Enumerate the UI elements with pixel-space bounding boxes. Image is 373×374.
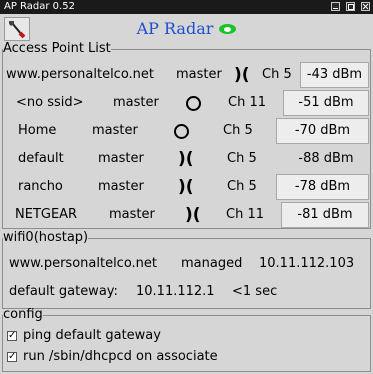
ap-channel: Ch 5 [223, 123, 253, 138]
iface-ssid: www.personaltelco.net [9, 256, 158, 271]
adhoc-icon: )( [234, 65, 250, 85]
ping-gateway-label[interactable]: ping default gateway [23, 328, 161, 343]
iface-status: managed [181, 256, 243, 271]
interface-legend: wifi0(hostap) [3, 230, 89, 245]
ap-ssid: NETGEAR [15, 207, 78, 222]
ap-channel: Ch 11 [228, 95, 266, 110]
ap-channel: Ch 11 [226, 207, 264, 222]
ap-ssid: rancho [18, 179, 63, 194]
minimize-button[interactable] [331, 2, 340, 11]
ap-row[interactable]: Home master Ch 5 -70 dBm [0, 117, 373, 145]
adhoc-icon: )( [185, 205, 201, 225]
status-indicator-icon [219, 24, 237, 34]
app-title: AP Radar [136, 19, 214, 38]
close-button[interactable] [361, 2, 370, 11]
ap-channel: Ch 5 [262, 67, 292, 82]
access-point-list-legend: Access Point List [3, 41, 111, 56]
ap-signal-button[interactable]: -51 dBm [283, 90, 369, 116]
ap-mode: master [176, 67, 222, 82]
ap-row[interactable]: rancho master )( Ch 5 -78 dBm [0, 173, 373, 201]
ping-gateway-checkbox[interactable]: ✓ [7, 331, 17, 341]
ap-mode: master [113, 95, 159, 110]
ap-channel: Ch 5 [227, 179, 257, 194]
adhoc-icon: )( [178, 177, 194, 197]
ap-mode: master [92, 123, 138, 138]
gateway-ip: 10.11.112.1 [136, 284, 215, 299]
ap-mode: master [98, 179, 144, 194]
ap-signal-button[interactable]: -43 dBm [300, 62, 369, 88]
app-header: AP Radar [0, 18, 373, 40]
ap-mode: master [98, 151, 144, 166]
ap-signal-button[interactable]: -81 dBm [281, 202, 369, 228]
ap-ssid: Home [18, 123, 57, 138]
ap-mode: master [109, 207, 155, 222]
run-dhcpcd-label[interactable]: run /sbin/dhcpcd on associate [23, 349, 218, 364]
ap-signal-value: -88 dBm [298, 151, 354, 166]
ap-signal-button[interactable]: -78 dBm [276, 174, 369, 200]
iface-ip: 10.11.112.103 [259, 256, 355, 271]
maximize-button[interactable] [346, 2, 355, 11]
ap-row[interactable]: default master )( Ch 5 -88 dBm [0, 145, 373, 173]
adhoc-icon: )( [178, 149, 194, 169]
config-legend: config [3, 307, 43, 322]
run-dhcpcd-checkbox[interactable]: ✓ [7, 352, 17, 362]
ap-signal-button[interactable]: -70 dBm [276, 118, 369, 144]
ap-ssid: <no ssid> [16, 95, 84, 110]
ap-row[interactable]: NETGEAR master )( Ch 11 -81 dBm [0, 201, 373, 229]
ap-row[interactable]: <no ssid> master Ch 11 -51 dBm [0, 89, 373, 117]
circle-icon [186, 96, 201, 111]
window-title: AP Radar 0.52 [4, 1, 75, 12]
circle-icon [174, 124, 189, 139]
ap-row[interactable]: www.personaltelco.net master )( Ch 5 -43… [0, 61, 373, 89]
ap-channel: Ch 5 [227, 151, 257, 166]
window-titlebar[interactable]: AP Radar 0.52 [0, 0, 373, 14]
gateway-label: default gateway: [9, 284, 118, 299]
ap-ssid: www.personaltelco.net [6, 67, 155, 82]
gateway-latency: <1 sec [232, 284, 278, 299]
ap-ssid: default [18, 151, 64, 166]
